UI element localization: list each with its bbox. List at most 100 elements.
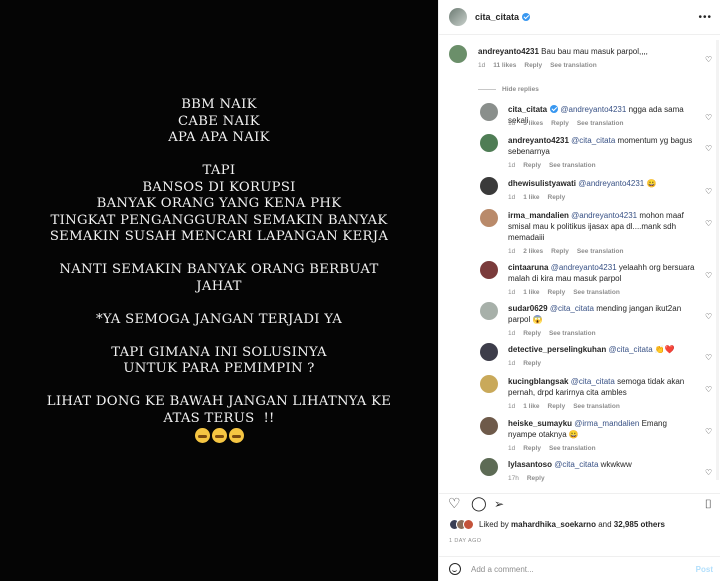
more-options-icon[interactable]: •••: [698, 12, 712, 23]
comment-like-heart-icon[interactable]: ♡: [705, 428, 713, 436]
mention-link[interactable]: @cita_citata: [571, 136, 615, 145]
comment-like-heart-icon[interactable]: ♡: [705, 313, 713, 321]
reply-button[interactable]: Reply: [548, 403, 566, 410]
mention-link[interactable]: @cita_citata: [571, 377, 615, 386]
reply-button[interactable]: Reply: [551, 248, 569, 255]
mention-link[interactable]: @cita_citata: [550, 304, 594, 313]
mention-link[interactable]: @andreyanto4231: [551, 263, 617, 272]
post-text-line: *YA SEMOGA JANGAN TERJADI YA: [95, 311, 343, 327]
mention-link[interactable]: @cita_citata: [609, 345, 653, 354]
comment-likes[interactable]: 1 like: [523, 403, 539, 410]
commenter-username[interactable]: andreyanto4231: [478, 47, 539, 56]
comment-like-heart-icon[interactable]: ♡: [705, 56, 713, 64]
reply-button[interactable]: Reply: [527, 475, 545, 482]
comments-scrollbar[interactable]: [716, 40, 719, 480]
share-send-icon[interactable]: ➢: [494, 497, 504, 511]
reply-button[interactable]: Reply: [523, 330, 541, 337]
reply-button[interactable]: Reply: [548, 194, 566, 201]
commenter-username[interactable]: detective_perselingkuhan: [508, 345, 606, 354]
comment-likes[interactable]: 2 likes: [523, 248, 543, 255]
author-username[interactable]: cita_citata: [475, 12, 531, 22]
reply-button[interactable]: Reply: [551, 120, 569, 127]
comment-likes[interactable]: 5 likes: [523, 120, 543, 127]
reply-button[interactable]: Reply: [523, 445, 541, 452]
mention-link[interactable]: @cita_citata: [554, 460, 598, 469]
see-translation-link[interactable]: See translation: [577, 248, 624, 255]
commenter-username[interactable]: cintaaruna: [508, 263, 548, 272]
commenter-avatar[interactable]: [449, 45, 467, 63]
reply-button[interactable]: Reply: [523, 360, 541, 367]
mention-link[interactable]: @andreyanto4231: [578, 179, 644, 188]
commenter-avatar[interactable]: [480, 209, 498, 227]
comment-like-heart-icon[interactable]: ♡: [705, 354, 713, 362]
commenter-avatar[interactable]: [480, 458, 498, 476]
commenter-username[interactable]: irma_mandalien: [508, 211, 569, 220]
likes-count[interactable]: 32,985 others: [614, 520, 665, 529]
reply-button[interactable]: Reply: [524, 62, 542, 69]
comment-body: irma_mandalien @andreyanto4231 mohon maa…: [508, 210, 697, 243]
comment-input[interactable]: [471, 564, 671, 574]
commenter-avatar[interactable]: [480, 177, 498, 195]
commenter-avatar[interactable]: [480, 261, 498, 279]
reply-button[interactable]: Reply: [548, 289, 566, 296]
mention-link[interactable]: @andreyanto4231: [560, 105, 626, 114]
see-translation-link[interactable]: See translation: [577, 120, 624, 127]
comment-like-heart-icon[interactable]: ♡: [705, 145, 713, 153]
post-comment-button[interactable]: Post: [696, 565, 713, 574]
post-text-line: [0, 328, 438, 345]
comment-likes[interactable]: 1 like: [523, 289, 539, 296]
post-text-line: LIHAT DONG KE BAWAH JANGAN LIHATNYA KE: [46, 394, 392, 409]
post-text-line: [0, 295, 438, 312]
commenter-avatar[interactable]: [480, 302, 498, 320]
comment-like-heart-icon[interactable]: ♡: [705, 220, 713, 228]
comment-like-heart-icon[interactable]: ♡: [705, 272, 713, 280]
post-image: BBM NAIK CABE NAIK APA APA NAIK TAPI BANSOS …: [0, 0, 438, 581]
mention-link[interactable]: @irma_mandalien: [574, 419, 639, 428]
commenter-username[interactable]: dhewisulistyawati: [508, 179, 576, 188]
see-translation-link[interactable]: See translation: [549, 162, 596, 169]
post-text-line: ATAS TERUS !!: [163, 410, 275, 426]
commenter-avatar[interactable]: [480, 343, 498, 361]
commenter-username[interactable]: andreyanto4231: [508, 136, 569, 145]
comment-body: detective_perselingkuhan @cita_citata 👏❤…: [508, 344, 697, 355]
post-text-line: BANSOS DI KORUPSI: [142, 179, 296, 195]
comment-text: 👏❤️: [654, 345, 675, 354]
commenter-username[interactable]: heiske_sumayku: [508, 419, 572, 428]
see-translation-link[interactable]: See translation: [549, 445, 596, 452]
commenter-avatar[interactable]: [480, 417, 498, 435]
commenter-avatar[interactable]: [480, 134, 498, 152]
comment-like-heart-icon[interactable]: ♡: [705, 386, 713, 394]
see-translation-link[interactable]: See translation: [550, 62, 597, 69]
commenter-avatar[interactable]: [480, 103, 498, 121]
hide-replies-button[interactable]: Hide replies: [478, 86, 539, 93]
commenter-username[interactable]: sudar0629: [508, 304, 548, 313]
comment-likes[interactable]: 1 like: [523, 194, 539, 201]
comment-like-heart-icon[interactable]: ♡: [705, 469, 713, 477]
comment-like-heart-icon[interactable]: ♡: [705, 188, 713, 196]
commenter-username[interactable]: cita_citata: [508, 105, 547, 114]
comment-time: 1d: [508, 248, 516, 255]
commenter-avatar[interactable]: [480, 375, 498, 393]
comment-body: andreyanto4231 @cita_citata momentum yg …: [508, 135, 697, 157]
emoji-picker-icon[interactable]: [449, 563, 461, 575]
post-sidebar: cita_citata ••• andreyanto4231 Bau bau m…: [438, 0, 720, 581]
comment-likes[interactable]: 11 likes: [493, 62, 516, 69]
save-bookmark-icon[interactable]: ⌷: [705, 497, 712, 511]
comment-time: 1d: [508, 330, 516, 337]
reply-button[interactable]: Reply: [523, 162, 541, 169]
author-avatar[interactable]: [449, 8, 467, 26]
post-text-line: BBM NAIK: [181, 97, 257, 112]
likes-summary[interactable]: Liked by mahardhika_soekarno and 32,985 …: [449, 519, 665, 530]
commenter-username[interactable]: kucingblangsak: [508, 377, 568, 386]
comment-meta: 17h Reply: [508, 475, 553, 482]
liker-username[interactable]: mahardhika_soekarno: [511, 520, 596, 529]
see-translation-link[interactable]: See translation: [573, 403, 620, 410]
see-translation-link[interactable]: See translation: [549, 330, 596, 337]
comment-like-heart-icon[interactable]: ♡: [705, 114, 713, 122]
post-text-line: TAPI: [202, 163, 236, 178]
mention-link[interactable]: @andreyanto4231: [571, 211, 637, 220]
see-translation-link[interactable]: See translation: [573, 289, 620, 296]
like-heart-icon[interactable]: ♡: [448, 496, 461, 510]
comment-bubble-icon[interactable]: ◯: [471, 496, 487, 510]
commenter-username[interactable]: lylasantoso: [508, 460, 552, 469]
